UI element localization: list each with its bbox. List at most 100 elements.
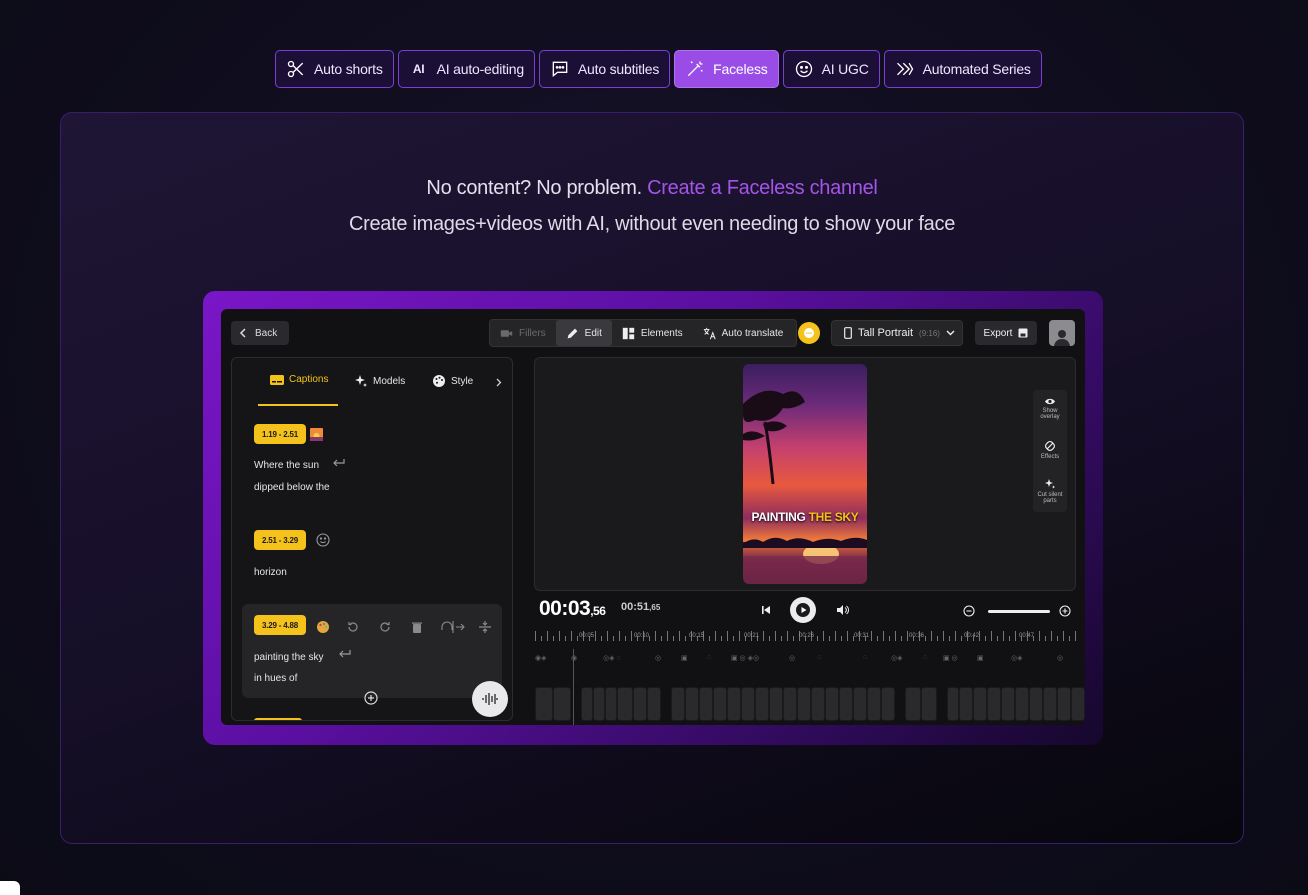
mode-edit[interactable]: Edit [555,320,612,346]
timeline-clip[interactable] [593,687,605,721]
timeline-clip[interactable] [605,687,617,721]
tab-label: AI UGC [821,61,869,77]
timeline-clip[interactable] [783,687,797,721]
timeline-clip[interactable] [921,687,937,721]
timeline-clip[interactable] [535,687,553,721]
back-button[interactable]: Back [231,321,289,345]
timeline-clip[interactable] [947,687,959,721]
timeline-clip[interactable] [839,687,853,721]
mode-auto-translate[interactable]: Auto translate [693,320,794,346]
tab-auto-shorts[interactable]: Auto shorts [275,50,394,88]
ruler-tick [997,636,998,641]
timeline-clip[interactable] [1071,687,1085,721]
timeline-clip[interactable] [755,687,769,721]
add-caption-icon[interactable] [364,691,378,705]
timeline-clip[interactable] [741,687,755,721]
ruler-tick [601,636,602,641]
timeline-clip[interactable] [671,687,685,721]
timeline-clip[interactable] [1015,687,1029,721]
play-button[interactable] [790,597,816,623]
chevron-right-icon[interactable] [496,378,502,387]
ruler-tick [1051,631,1052,641]
video-caption-overlay: PAINTING THE SKY [743,510,867,524]
timeline-clip[interactable] [1029,687,1043,721]
timeline-clip[interactable] [1001,687,1015,721]
chat-icon[interactable] [798,322,820,344]
timeline-clip[interactable] [987,687,1001,721]
ruler-tick [625,636,626,641]
timeline-clip[interactable] [769,687,783,721]
timeline-clip[interactable] [811,687,825,721]
tab-auto-subtitles[interactable]: Auto subtitles [538,50,671,88]
timeline-clip[interactable] [581,687,593,721]
zoom-slider[interactable] [988,610,1050,613]
mode-elements[interactable]: Elements [612,320,693,346]
tab-style[interactable]: Style [432,374,473,388]
layout-icon [622,327,635,339]
timeline-clip[interactable] [1043,687,1057,721]
subtitles-icon [270,374,284,385]
tab-models[interactable]: Models [354,374,405,388]
timeline-clip[interactable] [825,687,839,721]
headline: No content? No problem. Create a Faceles… [61,177,1243,200]
video-thumbnail[interactable]: PAINTING THE SKY [743,364,867,584]
caption-time-badge[interactable]: 3.29 - 4.88 [254,615,307,635]
playhead[interactable] [573,649,574,725]
redo-icon[interactable] [378,620,392,634]
cut-silent-parts-button[interactable]: Cut silent parts [1033,478,1067,504]
tab-ai-auto-editing[interactable]: AI AI auto-editing [397,50,535,88]
timeline-clip[interactable] [973,687,987,721]
effects-button[interactable]: Effects [1033,440,1067,460]
trash-icon[interactable] [410,620,424,634]
timeline-clip[interactable] [647,687,661,721]
timeline-clip[interactable] [553,687,571,721]
caption-line[interactable]: Where the sun [254,460,319,471]
avatar[interactable] [1049,320,1075,346]
volume-icon[interactable] [836,604,849,616]
tab-faceless[interactable]: Faceless [674,50,779,88]
tab-ai-ugc[interactable]: AI UGC [782,50,880,88]
timeline-clip[interactable] [713,687,727,721]
caption-line[interactable]: in hues of [254,673,297,684]
skip-back-icon[interactable] [761,605,771,615]
caption-line[interactable]: horizon [254,567,287,578]
tab-automated-series[interactable]: Automated Series [883,50,1042,88]
timeline-clip[interactable] [685,687,699,721]
timeline-clip[interactable] [633,687,647,721]
caption-panel: Captions Models Style 1.19 - 2.51 Where … [231,357,513,721]
caption-time-badge[interactable]: 1.19 - 2.51 [254,424,307,444]
timeline-clip[interactable] [867,687,881,721]
timeline-clip[interactable] [617,687,633,721]
zoom-in-icon[interactable] [1059,605,1071,617]
caption-line[interactable]: painting the sky [254,652,324,663]
timeline-clip[interactable] [905,687,921,721]
merge-icon[interactable] [478,620,492,634]
undo-icon[interactable] [346,620,360,634]
split-icon[interactable] [440,620,466,634]
caption-time-badge[interactable]: 2.51 - 3.29 [254,530,307,550]
format-dropdown[interactable]: Tall Portrait (9:16) [831,320,963,346]
timeline-clip[interactable] [1057,687,1071,721]
timeline-clip[interactable] [727,687,741,721]
timeline-clip[interactable] [881,687,895,721]
ruler-label: 00:05 [579,633,595,639]
show-overlay-button[interactable]: Show overlay [1033,397,1067,420]
caption-line[interactable]: dipped below the [254,482,330,493]
palette-icon[interactable] [316,620,330,634]
tab-captions[interactable]: Captions [270,374,328,385]
chat-widget-edge[interactable] [0,881,20,895]
headline-accent-link[interactable]: Create a Faceless channel [647,177,878,199]
ruler-tick [925,636,926,641]
export-button[interactable]: Export [975,321,1037,345]
ruler-tick [949,636,950,641]
voice-button[interactable] [472,681,508,717]
timeline-clip[interactable] [959,687,973,721]
zoom-out-icon[interactable] [963,605,975,617]
timeline-clip[interactable] [699,687,713,721]
mode-fillers[interactable]: Fillers [490,320,556,346]
smiley-icon[interactable] [316,533,330,547]
timeline-clip[interactable] [853,687,867,721]
timeline-ruler[interactable]: 00:05 00:10 00:15 00:21 00:26 00:31 00:36 00:42… [535,625,1076,641]
tab-label: Auto shorts [314,61,383,77]
timeline-clip[interactable] [797,687,811,721]
